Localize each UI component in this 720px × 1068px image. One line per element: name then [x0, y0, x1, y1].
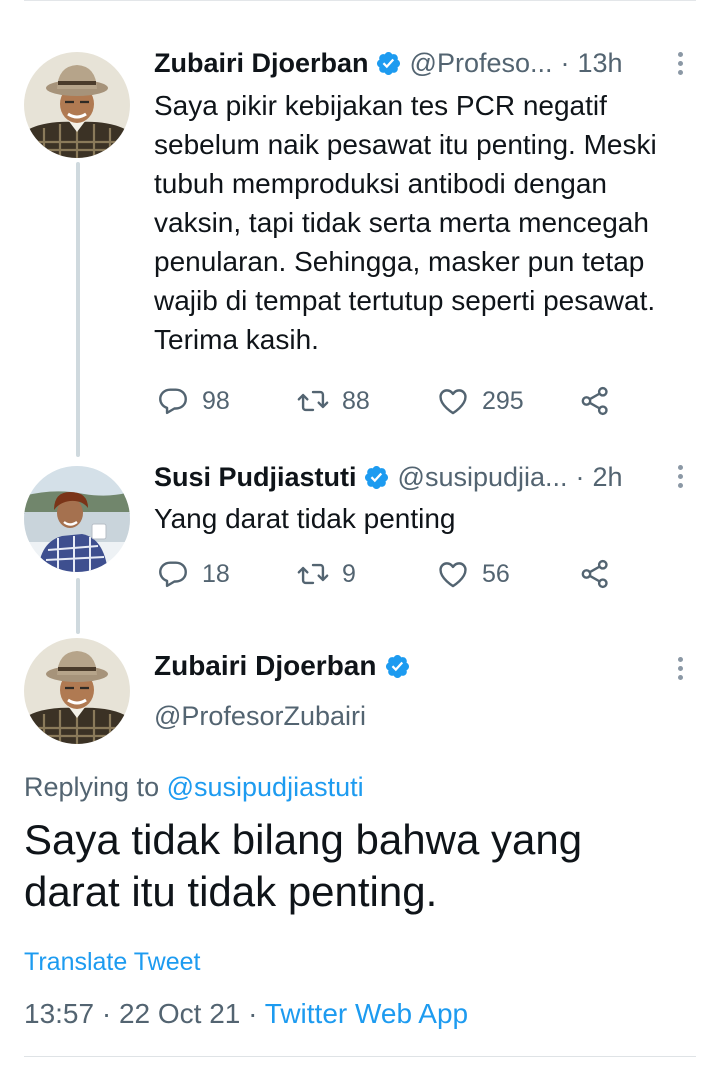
like-count: 295 — [482, 386, 524, 415]
tweet-source-link[interactable]: Twitter Web App — [265, 998, 468, 1029]
author-handle[interactable]: @ProfesorZubairi — [154, 701, 366, 732]
share-button[interactable] — [578, 557, 612, 591]
main-tweet-text: Saya tidak bilang bahwa yang darat itu t… — [24, 816, 583, 915]
tweet-actions: 98 88 295 — [156, 381, 612, 421]
more-icon[interactable] — [675, 52, 685, 75]
reply-count: 18 — [202, 559, 230, 588]
tweet-date[interactable]: 22 Oct 21 — [119, 998, 240, 1029]
like-icon — [436, 384, 470, 418]
retweet-button[interactable]: 9 — [296, 557, 436, 591]
thread-connector-line — [76, 162, 80, 457]
thread-connector-line — [76, 578, 80, 634]
author-name[interactable]: Susi Pudjiastuti — [154, 461, 357, 493]
retweet-icon — [296, 557, 330, 591]
like-icon — [436, 557, 470, 591]
replying-to-handle-link[interactable]: @susipudjiastuti — [167, 772, 364, 802]
verified-badge-icon — [375, 50, 402, 77]
share-button[interactable] — [578, 384, 612, 418]
reply-icon — [156, 384, 190, 418]
top-divider — [24, 0, 696, 1]
tweet-time[interactable]: 2h — [593, 461, 623, 493]
separator: · — [101, 998, 112, 1029]
retweet-count: 9 — [342, 559, 356, 588]
share-icon — [578, 384, 612, 418]
reply-button[interactable]: 98 — [156, 384, 296, 418]
retweet-count: 88 — [342, 386, 370, 415]
tweet-header: Susi Pudjiastuti @susipudjia... · 2h — [154, 461, 623, 493]
avatar[interactable] — [24, 638, 130, 744]
tweet-header: Zubairi Djoerban @Profeso... · 13h — [154, 47, 623, 79]
tweet-time[interactable]: 13h — [578, 47, 623, 79]
tweet-metadata: 13:57 · 22 Oct 21 · Twitter Web App — [24, 998, 468, 1030]
verified-badge-icon — [384, 653, 411, 680]
author-name[interactable]: Zubairi Djoerban — [154, 650, 376, 682]
like-button[interactable]: 56 — [436, 557, 578, 591]
separator: · — [248, 998, 258, 1029]
avatar-image — [24, 638, 130, 744]
reply-count: 98 — [202, 386, 230, 415]
more-icon[interactable] — [675, 657, 685, 680]
author-handle[interactable]: @Profeso... — [410, 47, 553, 79]
reply-icon — [156, 557, 190, 591]
avatar-image — [24, 52, 130, 158]
tweet-time[interactable]: 13:57 — [24, 998, 94, 1029]
author-handle[interactable]: @susipudjia... — [398, 461, 568, 493]
author-name[interactable]: Zubairi Djoerban — [154, 47, 369, 79]
translate-tweet-link[interactable]: Translate Tweet — [24, 948, 200, 977]
verified-badge-icon — [363, 464, 390, 491]
retweet-icon — [296, 384, 330, 418]
replying-to: Replying to @susipudjiastuti — [24, 772, 364, 803]
tweet-text: Saya pikir kebijakan tes PCR negatif seb… — [154, 90, 657, 355]
more-icon[interactable] — [675, 465, 685, 488]
avatar[interactable] — [24, 52, 130, 158]
separator: · — [575, 462, 585, 492]
share-icon — [578, 557, 612, 591]
avatar[interactable] — [24, 466, 130, 572]
like-count: 56 — [482, 559, 510, 588]
bottom-divider — [24, 1056, 696, 1057]
separator: · — [560, 48, 570, 78]
tweet-actions: 18 9 56 — [156, 554, 612, 594]
reply-button[interactable]: 18 — [156, 557, 296, 591]
tweet-text: Yang darat tidak penting — [154, 503, 456, 534]
avatar-image — [24, 466, 130, 572]
main-author-name-row: Zubairi Djoerban — [154, 650, 419, 682]
replying-prefix: Replying to — [24, 772, 167, 802]
like-button[interactable]: 295 — [436, 384, 578, 418]
retweet-button[interactable]: 88 — [296, 384, 436, 418]
